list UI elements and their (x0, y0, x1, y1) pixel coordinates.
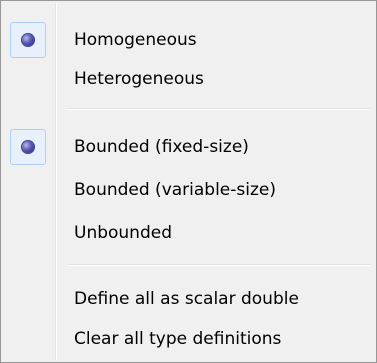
menu-item-label: Clear all type definitions (74, 329, 282, 349)
menu-item-label: Homogeneous (74, 30, 197, 50)
menu-item-homogeneous[interactable]: Homogeneous (4, 18, 372, 62)
menu-item-bounded-variable-size[interactable]: Bounded (variable-size) (4, 168, 372, 212)
menu-separator (67, 108, 370, 110)
menu-item-label: Unbounded (74, 223, 172, 243)
menu-item-label: Bounded (fixed-size) (74, 137, 249, 157)
menu-item-bounded-fixed-size[interactable]: Bounded (fixed-size) (4, 125, 372, 169)
type-context-menu: Homogeneous Heterogeneous Bounded (fixed… (0, 0, 377, 363)
menu-item-define-all-scalar-double[interactable]: Define all as scalar double (4, 277, 372, 321)
menu-item-label: Heterogeneous (74, 69, 204, 89)
menu-item-clear-all-type-definitions[interactable]: Clear all type definitions (4, 317, 372, 361)
menu-item-label: Define all as scalar double (74, 289, 299, 309)
menu-item-heterogeneous[interactable]: Heterogeneous (4, 57, 372, 101)
menu-item-unbounded[interactable]: Unbounded (4, 211, 372, 255)
radio-dot-icon (22, 34, 34, 46)
menu-item-label: Bounded (variable-size) (74, 180, 276, 200)
radio-dot-icon (22, 141, 34, 153)
menu-separator (67, 264, 370, 266)
selected-indicator-box (10, 129, 46, 165)
selected-indicator-box (10, 22, 46, 58)
